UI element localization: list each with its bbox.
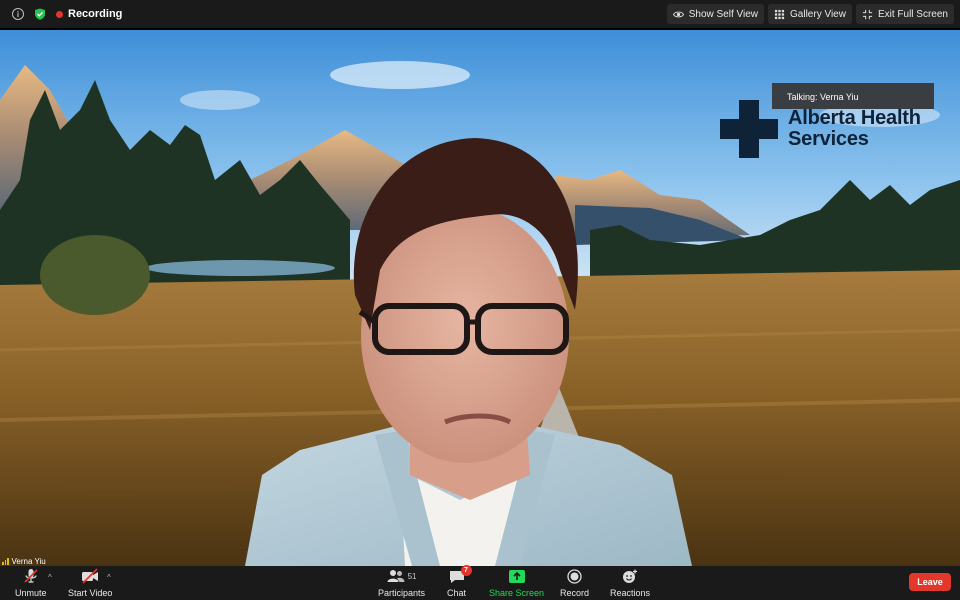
record-icon bbox=[567, 568, 582, 584]
participants-count: 51 bbox=[407, 571, 417, 581]
record-button[interactable]: Record bbox=[560, 568, 589, 598]
share-screen-button[interactable]: Share Screen bbox=[489, 568, 544, 598]
reactions-button[interactable]: Reactions bbox=[610, 568, 650, 598]
smiley-plus-icon bbox=[623, 569, 638, 583]
video-off-icon bbox=[82, 568, 99, 584]
gallery-view-button[interactable]: Gallery View bbox=[768, 4, 852, 24]
start-video-button[interactable]: Start Video bbox=[68, 568, 112, 598]
share-screen-icon bbox=[508, 569, 525, 583]
audio-options-chevron-up-icon[interactable]: ^ bbox=[48, 573, 52, 582]
muted-microphone-icon bbox=[24, 569, 38, 583]
recording-dot-icon bbox=[56, 10, 63, 18]
participant-name: Verna Yiu bbox=[11, 557, 46, 566]
speaker-video: Talking: Verna Yiu Alberta Health Servic… bbox=[0, 30, 960, 566]
top-bar: i Recording Show Self View Gallery View … bbox=[0, 0, 960, 28]
shield-check-icon[interactable] bbox=[34, 8, 46, 20]
chat-unread-badge: 7 bbox=[460, 565, 472, 576]
logo-line-1: Alberta Health bbox=[788, 107, 921, 129]
exit-full-screen-button[interactable]: Exit Full Screen bbox=[855, 4, 954, 24]
unmute-button[interactable]: Unmute bbox=[15, 568, 47, 598]
participants-icon bbox=[387, 570, 405, 582]
grid-icon bbox=[774, 9, 785, 19]
participant-name-tag: Verna Yiu bbox=[2, 557, 46, 566]
chat-button[interactable]: 7 Chat bbox=[447, 565, 472, 598]
alberta-health-services-logo: Alberta Health Services bbox=[720, 100, 921, 158]
recording-label: Recording bbox=[68, 8, 123, 20]
participants-button[interactable]: 51 Participants bbox=[378, 568, 425, 598]
logo-line-2: Services bbox=[788, 128, 869, 150]
audio-level-icon bbox=[2, 558, 9, 565]
video-options-chevron-up-icon[interactable]: ^ bbox=[107, 573, 111, 582]
show-self-view-button[interactable]: Show Self View bbox=[666, 4, 765, 24]
recording-indicator[interactable]: Recording bbox=[56, 8, 122, 20]
eye-icon bbox=[672, 11, 684, 17]
ahs-cross-icon bbox=[720, 100, 778, 158]
info-icon[interactable]: i bbox=[12, 8, 24, 20]
leave-button[interactable]: Leave bbox=[909, 573, 951, 591]
meeting-toolbar: Unmute ^ Start Video ^ 51 Participants 7… bbox=[0, 565, 960, 600]
exit-fullscreen-icon bbox=[862, 9, 873, 19]
